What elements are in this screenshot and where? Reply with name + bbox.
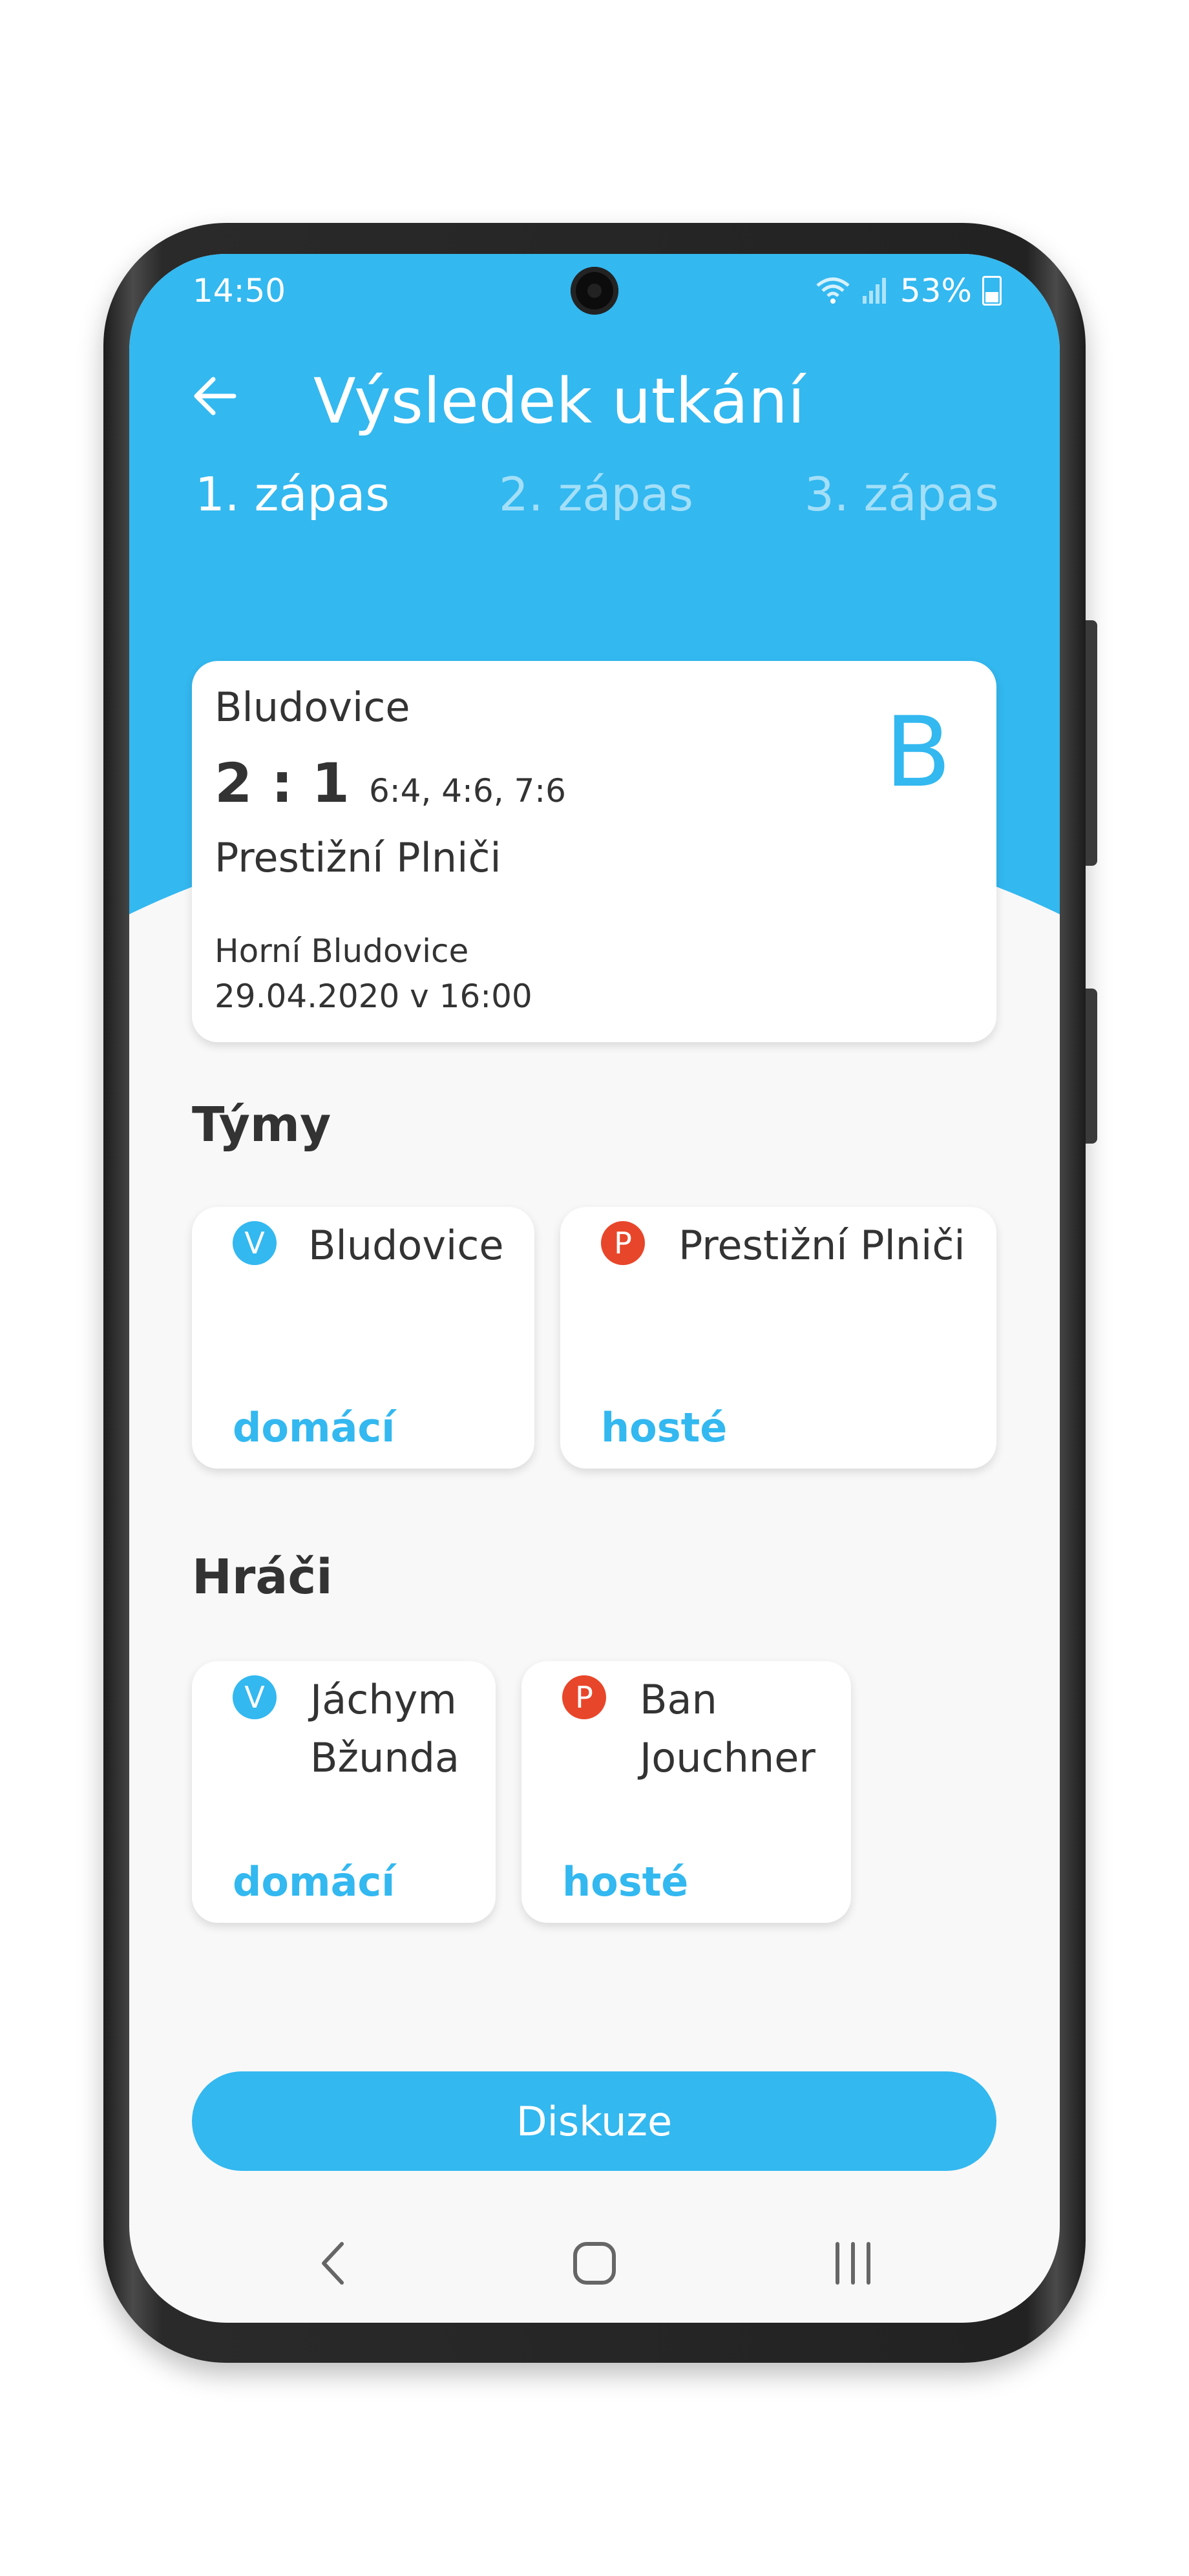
score-row: 2 : 1 6:4, 4:6, 7:6: [215, 751, 566, 815]
page-title: Výsledek utkání: [313, 365, 805, 437]
chevron-left-icon: [322, 2242, 344, 2285]
recents-icon: [836, 2242, 870, 2285]
back-button[interactable]: [176, 357, 253, 435]
player-role-home: domácí: [233, 1858, 395, 1905]
app-bar: Výsledek utkání: [129, 344, 1060, 448]
team-name-home: Bludovice: [308, 1222, 504, 1269]
wifi-icon: [816, 277, 850, 304]
tab-match-3[interactable]: 3. zápas: [805, 467, 999, 521]
home-team-name: Bludovice: [215, 684, 410, 731]
player-role-away: hosté: [562, 1858, 689, 1905]
battery-icon: [982, 276, 1002, 306]
status-time: 14:50: [193, 272, 286, 309]
player-first-name-home: Jáchym: [310, 1676, 457, 1723]
player-first-name-away: Ban: [640, 1676, 717, 1723]
match-venue: Horní Bludovice: [215, 932, 469, 970]
tab-match-2[interactable]: 2. zápas: [499, 467, 693, 521]
tab-match-1[interactable]: 1. zápas: [195, 467, 390, 521]
player-badge-away: P: [562, 1675, 606, 1719]
match-datetime: 29.04.2020 v 16:00: [215, 978, 532, 1015]
match-score: 2 : 1: [215, 751, 350, 815]
nav-recents-button[interactable]: [808, 2218, 898, 2309]
match-result-card: Bludovice 2 : 1 6:4, 4:6, 7:6 Prestižní …: [192, 661, 996, 1042]
team-card-home[interactable]: V Bludovice domácí: [192, 1207, 534, 1469]
player-name-away: Ban Jouchner: [640, 1671, 815, 1787]
team-name-away: Prestižní Plniči: [679, 1222, 965, 1269]
discuss-button[interactable]: Diskuze: [192, 2071, 996, 2171]
player-card-home[interactable]: V Jáchym Bžunda domácí: [192, 1661, 496, 1923]
nav-home-button[interactable]: [549, 2218, 640, 2309]
team-card-away[interactable]: P Prestižní Plniči hosté: [560, 1207, 996, 1469]
team-badge-away: P: [601, 1221, 645, 1265]
player-name-home: Jáchym Bžunda: [310, 1671, 459, 1787]
battery-percent: 53%: [900, 272, 972, 309]
front-camera: [571, 267, 618, 315]
signal-icon: [862, 278, 886, 304]
power-button: [1086, 989, 1097, 1144]
player-card-away[interactable]: P Ban Jouchner hosté: [521, 1661, 851, 1923]
arrow-left-icon: [194, 377, 237, 415]
set-scores: 6:4, 4:6, 7:6: [368, 772, 566, 810]
status-bar: 14:50 53%: [129, 254, 1060, 331]
away-team-name: Prestižní Plniči: [215, 834, 501, 881]
home-square-icon: [573, 2242, 616, 2285]
match-tabs: 1. zápas 2. zápas 3. zápas: [129, 467, 1060, 545]
teams-section-title: Týmy: [192, 1097, 331, 1153]
player-last-name-home: Bžunda: [310, 1734, 460, 1781]
screen: 14:50 53% Výsledek utkání 1. zápas 2. zá…: [129, 254, 1060, 2323]
players-section-title: Hráči: [192, 1549, 333, 1605]
status-icons: 53%: [815, 272, 1002, 309]
system-nav-bar: [129, 2205, 1060, 2323]
player-last-name-away: Jouchner: [640, 1734, 815, 1781]
league-letter: B: [885, 696, 951, 809]
volume-button: [1086, 620, 1097, 866]
team-badge-home: V: [233, 1221, 277, 1265]
team-role-home: domácí: [233, 1404, 395, 1451]
player-badge-home: V: [233, 1675, 277, 1719]
nav-back-button[interactable]: [288, 2218, 378, 2309]
team-role-away: hosté: [601, 1404, 728, 1451]
